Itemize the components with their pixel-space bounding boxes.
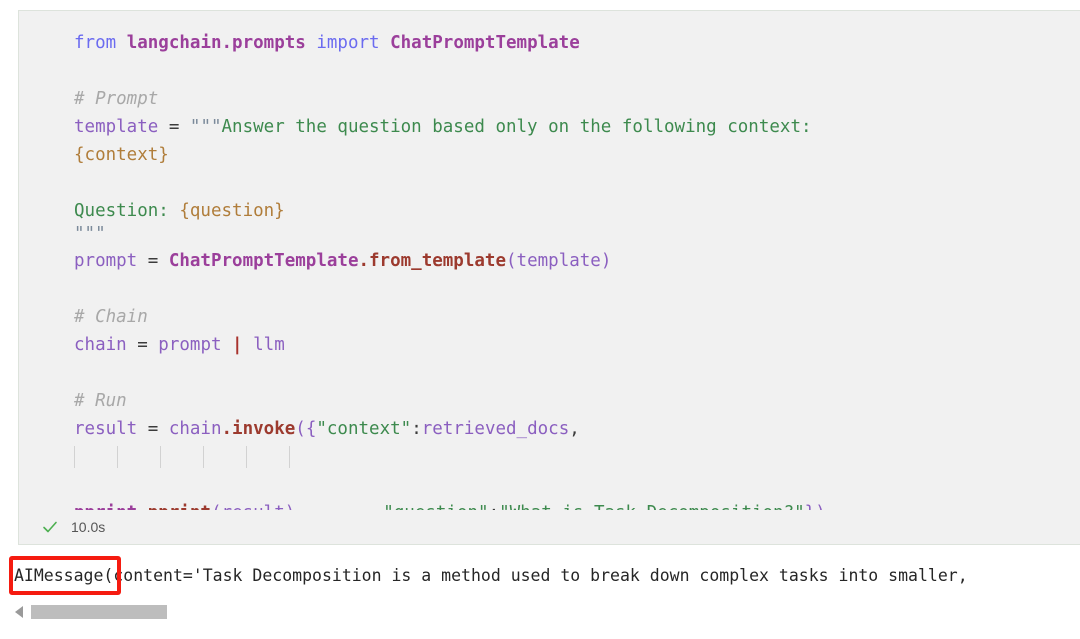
paren-brace-open: ({ [295, 419, 317, 439]
placeholder-question: {question} [179, 201, 285, 221]
notebook-code-cell[interactable]: from langchain.prompts import ChatPrompt… [18, 10, 1080, 545]
string-prompt-line1: Answer the question based only on the fo… [221, 117, 812, 137]
triple-quote-close: """ [74, 224, 106, 244]
module-name: langchain.prompts [116, 33, 317, 53]
check-icon [41, 518, 59, 536]
code-line-4: template = """Answer the question based … [19, 113, 1080, 141]
method-from-template: .from_template [358, 251, 506, 271]
cell-run-status: 10.0s [19, 510, 1080, 544]
code-line-blank-13 [19, 359, 1080, 387]
operator-assign-2: = [137, 251, 169, 271]
operator-assign-4: = [137, 419, 169, 439]
variable-chain: chain [74, 335, 127, 355]
code-editor[interactable]: from langchain.prompts import ChatPrompt… [19, 11, 1080, 527]
variable-prompt-ref: prompt [158, 335, 222, 355]
code-line-blank-6 [19, 169, 1080, 197]
code-line-14-comment: # Run [19, 387, 1080, 415]
imported-class: ChatPromptTemplate [379, 33, 580, 53]
value-retrieved-docs: retrieved_docs [421, 419, 570, 439]
triple-quote-open: """ [189, 117, 222, 137]
string-question-label: Question: [74, 201, 180, 221]
code-line-15: result = chain.invoke({"context":retriev… [19, 415, 1080, 443]
paren-open-1: ( [506, 251, 517, 271]
comment-prompt: # Prompt [74, 89, 159, 109]
placeholder-context: {context} [74, 145, 169, 165]
code-line-3-comment: # Prompt [19, 85, 1080, 113]
execution-time: 10.0s [71, 519, 106, 535]
variable-prompt: prompt [74, 251, 138, 271]
keyword-from: from [74, 33, 117, 53]
code-line-blank-10 [19, 275, 1080, 303]
operator-assign-3: = [126, 335, 159, 355]
code-line-blank-2 [19, 57, 1080, 85]
comment-chain: # Chain [74, 307, 148, 327]
variable-result: result [74, 419, 138, 439]
operator-pipe: | [221, 335, 254, 355]
dict-key-context: "context" [316, 419, 412, 439]
variable-llm: llm [253, 335, 285, 355]
scrollbar-track[interactable] [31, 605, 1070, 619]
code-line-16: "question":"What is Task Decomposition?"… [19, 443, 1080, 523]
cell-output-area[interactable]: AIMessage(content='Task Decomposition is… [0, 550, 1080, 639]
code-line-5: {context} [19, 141, 1080, 169]
code-line-blank-17 [19, 471, 1080, 499]
colon-1: : [411, 419, 422, 439]
code-line-9: prompt = ChatPromptTemplate.from_templat… [19, 247, 1080, 275]
scrollbar-thumb[interactable] [31, 605, 167, 619]
object-chain: chain [168, 419, 222, 439]
class-chatprompttemplate: ChatPromptTemplate [168, 251, 359, 271]
indent-guides [19, 443, 1080, 471]
paren-close-1: ) [600, 251, 612, 271]
code-line-11-comment: # Chain [19, 303, 1080, 331]
annotation-highlight-aimessage [9, 556, 121, 595]
code-line-1: from langchain.prompts import ChatPrompt… [19, 29, 1080, 57]
operator-assign: = [158, 117, 190, 137]
code-line-12: chain = prompt | llm [19, 331, 1080, 359]
comment-run: # Run [74, 391, 127, 411]
code-line-7: Question: {question} [19, 197, 1080, 225]
scroll-left-arrow-icon[interactable] [10, 602, 28, 622]
keyword-import: import [316, 33, 380, 53]
code-line-8: """ [19, 225, 1080, 247]
output-text: AIMessage(content='Task Decomposition is… [14, 566, 968, 585]
variable-template: template [74, 117, 159, 137]
method-invoke: .invoke [221, 419, 296, 439]
comma-1: , [569, 419, 580, 439]
output-horizontal-scrollbar[interactable] [0, 602, 1080, 622]
argument-template: template [516, 251, 601, 271]
